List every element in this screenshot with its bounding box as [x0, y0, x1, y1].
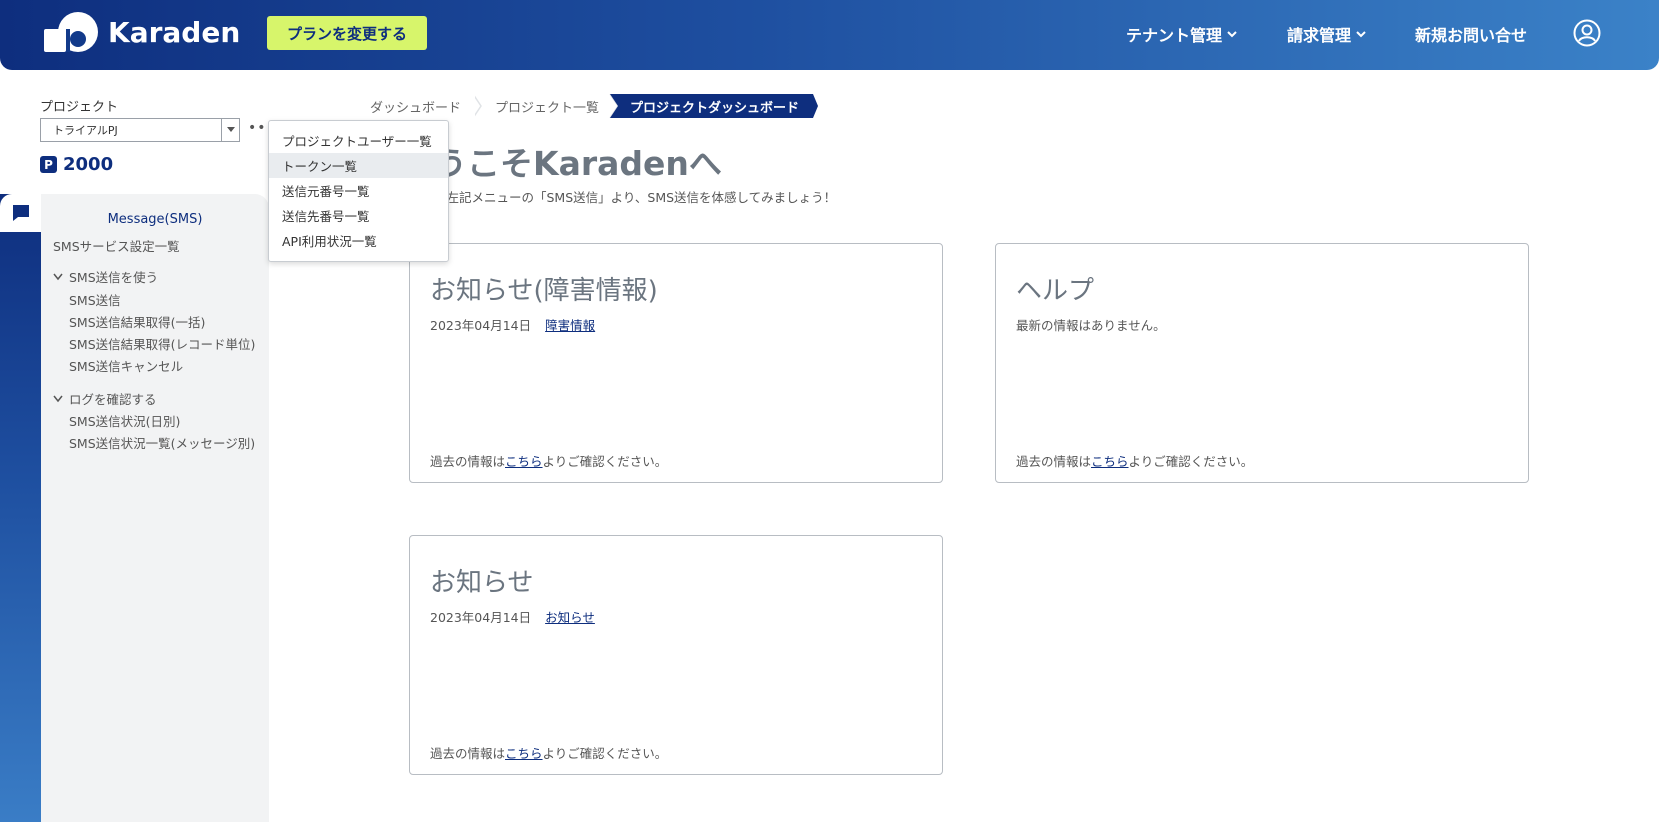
points-value: 2000: [63, 154, 114, 175]
change-plan-button[interactable]: プランを変更する: [267, 16, 427, 50]
card-title: ヘルプ: [1016, 276, 1095, 306]
chevron-down-icon: [53, 395, 63, 402]
card-title: お知らせ(障害情報): [430, 276, 658, 306]
footer-text: よりご確認ください。: [542, 454, 668, 469]
dropdown-item-tokens[interactable]: トークン一覧: [269, 153, 448, 178]
card-footer: 過去の情報はこちらよりご確認ください。: [1016, 451, 1253, 470]
project-select[interactable]: トライアルPJ: [40, 118, 240, 142]
footer-text: よりご確認ください。: [542, 746, 668, 761]
karaden-logo[interactable]: Karaden: [42, 10, 240, 54]
news-link[interactable]: 障害情報: [545, 318, 595, 333]
message-icon: [12, 205, 29, 221]
project-options-dropdown: プロジェクトユーザー一覧 トークン一覧 送信元番号一覧 送信先番号一覧 API利…: [268, 120, 449, 262]
chevron-down-icon: [53, 273, 63, 280]
card-footer: 過去の情報はこちらよりご確認ください。: [430, 743, 667, 762]
sidebar-item-sms-cancel[interactable]: SMS送信キャンセル: [69, 356, 183, 375]
nav-new-inquiry[interactable]: 新規お問い合せ: [1415, 22, 1527, 46]
logo-mark-icon: [44, 12, 98, 52]
service-tab-strip: [0, 194, 41, 822]
user-account-icon[interactable]: [1573, 19, 1601, 47]
breadcrumb-dashboard[interactable]: ダッシュボード: [350, 94, 475, 118]
sidebar-group-sms-send[interactable]: SMS送信を使う: [53, 267, 158, 286]
sidebar-title: Message(SMS): [107, 212, 203, 227]
chevron-down-icon: [1356, 31, 1366, 38]
card-news-item: 2023年04月14日 障害情報: [430, 315, 595, 334]
news-date: 2023年04月14日: [430, 610, 532, 625]
news-date: 2023年04月14日: [430, 318, 532, 333]
footer-text: よりご確認ください。: [1128, 454, 1254, 469]
nav-billing-management[interactable]: 請求管理: [1287, 22, 1367, 46]
footer-text: 過去の情報は: [1016, 454, 1092, 469]
sms-service-tab[interactable]: [0, 194, 41, 232]
sidebar-item-sms-result-record[interactable]: SMS送信結果取得(レコード単位): [69, 334, 255, 353]
dropdown-item-recipient-numbers[interactable]: 送信先番号一覧: [269, 203, 448, 228]
nav-tenant-label: テナント管理: [1126, 26, 1223, 45]
nav-billing-label: 請求管理: [1287, 26, 1352, 45]
help-card: ヘルプ 最新の情報はありません。 過去の情報はこちらよりご確認ください。: [995, 243, 1529, 483]
card-news-item: 2023年04月14日 お知らせ: [430, 607, 595, 626]
card-empty-message: 最新の情報はありません。: [1016, 318, 1166, 333]
footer-text: 過去の情報は: [430, 746, 506, 761]
sidebar-menu: Message(SMS) SMSサービス設定一覧 SMS送信を使う SMS送信 …: [41, 194, 269, 822]
chevron-down-icon: [1227, 31, 1237, 38]
project-label: プロジェクト: [40, 100, 119, 115]
dropdown-item-sender-numbers[interactable]: 送信元番号一覧: [269, 178, 448, 203]
nav-inquiry-label: 新規お問い合せ: [1415, 26, 1528, 45]
dropdown-item-api-usage[interactable]: API利用状況一覧: [269, 228, 448, 253]
sidebar-group-label: SMS送信を使う: [69, 270, 159, 285]
page-subtitle: く左記メニューの「SMS送信」より、SMS送信を体感してみましょう！: [434, 190, 837, 205]
card-footer: 過去の情報はこちらよりご確認ください。: [430, 451, 667, 470]
news-link[interactable]: お知らせ: [545, 610, 595, 625]
sidebar-group-label: ログを確認する: [69, 392, 157, 407]
sidebar-group-logs[interactable]: ログを確認する: [53, 389, 157, 408]
card-title: お知らせ: [430, 568, 534, 598]
past-info-link[interactable]: こちら: [1091, 454, 1129, 469]
sidebar-item-sms-status-message[interactable]: SMS送信状況一覧(メッセージ別): [69, 433, 255, 452]
past-info-link[interactable]: こちら: [505, 454, 543, 469]
points-icon: P: [40, 156, 57, 173]
nav-tenant-management[interactable]: テナント管理: [1126, 22, 1238, 46]
top-header: Karaden プランを変更する テナント管理 請求管理 新規お問い合せ: [0, 0, 1659, 70]
sidebar-item-sms-service-settings[interactable]: SMSサービス設定一覧: [53, 236, 180, 255]
footer-text: 過去の情報は: [430, 454, 506, 469]
page-title: うこそKaradenへ: [434, 144, 722, 183]
past-info-link[interactable]: こちら: [505, 746, 543, 761]
logo-text: Karaden: [108, 15, 241, 49]
notice-incident-card: お知らせ(障害情報) 2023年04月14日 障害情報 過去の情報はこちらよりご確…: [409, 243, 943, 483]
select-arrow-icon: [221, 119, 239, 141]
breadcrumb-project-dashboard: プロジェクトダッシュボード: [630, 100, 800, 116]
sidebar-item-sms-status-daily[interactable]: SMS送信状況(日別): [69, 411, 180, 430]
sidebar-item-sms-result-bulk[interactable]: SMS送信結果取得(一括): [69, 312, 205, 331]
points-balance: P 2000: [40, 154, 113, 175]
sidebar-item-sms-send[interactable]: SMS送信: [69, 290, 121, 309]
dropdown-item-project-users[interactable]: プロジェクトユーザー一覧: [269, 128, 448, 153]
notice-card: お知らせ 2023年04月14日 お知らせ 過去の情報はこちらよりご確認ください。: [409, 535, 943, 775]
project-select-value: トライアルPJ: [53, 124, 118, 137]
breadcrumb-project-list[interactable]: プロジェクト一覧: [475, 94, 610, 118]
